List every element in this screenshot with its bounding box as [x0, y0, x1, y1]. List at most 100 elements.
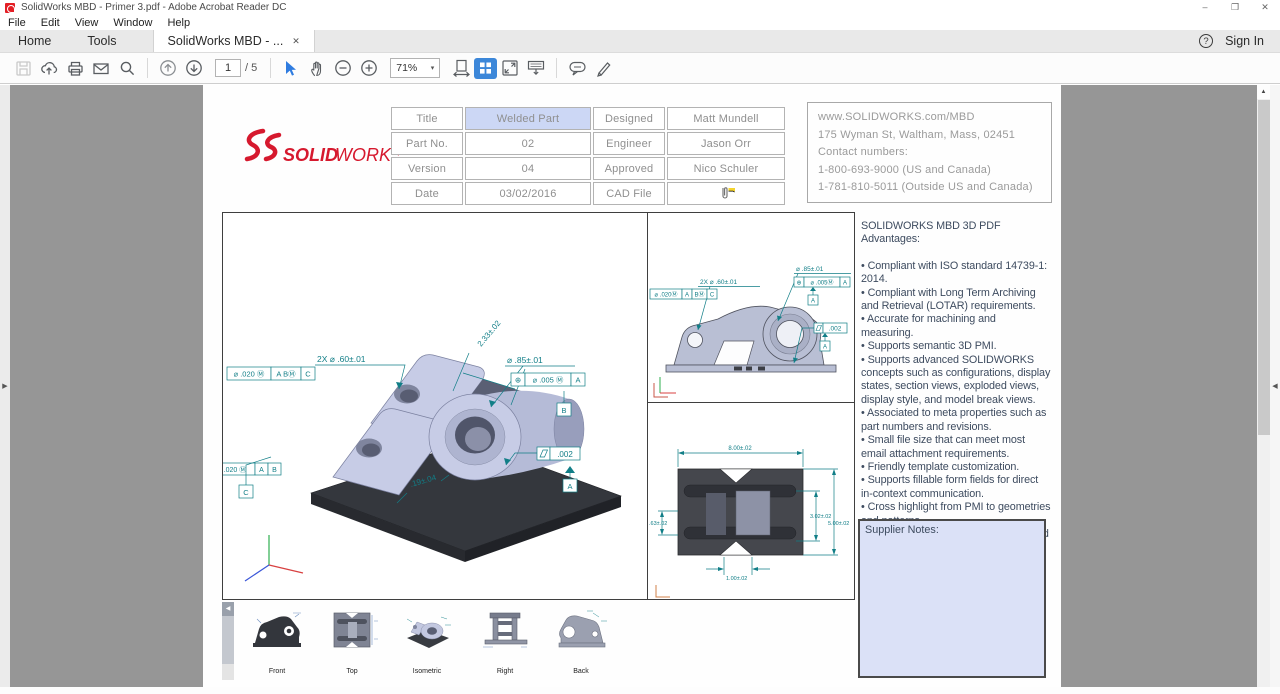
tab-bar-right: ? Sign In: [1199, 30, 1280, 52]
svg-text:.002: .002: [829, 326, 842, 333]
thumbnail-top[interactable]: [324, 607, 380, 657]
thumbnail-scroll-left-icon[interactable]: ◀: [222, 602, 234, 616]
side-view-drawing: 2X ⌀ .60±.01 ⌀ .020Ⓜ A BⓂ C ⌀ .85±.01: [648, 213, 855, 403]
search-icon[interactable]: [114, 56, 140, 80]
main-width-dim: 2.33±.02: [476, 318, 503, 348]
thumbnail-isometric[interactable]: [399, 607, 455, 657]
window-controls: – ❐ ✕: [1190, 0, 1280, 15]
advantage-bullet: • Accurate for machining and measuring.: [861, 313, 1051, 340]
thumbnail-right[interactable]: [477, 607, 533, 657]
main-datum-a: A: [567, 482, 572, 491]
menu-view[interactable]: View: [75, 17, 99, 29]
sign-in-button[interactable]: Sign In: [1225, 34, 1264, 48]
menu-file[interactable]: File: [8, 17, 26, 29]
thumbnail-label-top: Top: [324, 668, 380, 675]
main-toolbar: / 5 71% ▾: [0, 53, 1280, 84]
logo-text-bold: SOLID: [283, 145, 338, 165]
restore-button[interactable]: ❐: [1220, 0, 1250, 15]
fullscreen-icon[interactable]: [497, 56, 523, 80]
main-view-drawing: 2X ⌀ .60±.01 ⌀ .020 Ⓜ A BⓂ C 2.33±.02 ⌀ …: [223, 213, 648, 600]
thumbnail-back[interactable]: [553, 607, 609, 657]
main-3d-view[interactable]: 2X ⌀ .60±.01 ⌀ .020 Ⓜ A BⓂ C 2.33±.02 ⌀ …: [222, 212, 648, 600]
svg-text:A: A: [575, 376, 580, 385]
menu-window[interactable]: Window: [113, 17, 152, 29]
hand-tool-icon[interactable]: [304, 56, 330, 80]
side-datum-a: A: [811, 299, 815, 305]
thumbnail-scroll-track[interactable]: [222, 616, 234, 680]
advantage-bullet: • Supports semantic 3D PMI.: [861, 340, 1051, 353]
thumbnail-front[interactable]: [249, 607, 305, 657]
thumbnail-scrollbar[interactable]: ◀: [222, 602, 234, 680]
svg-text:⌀ .020Ⓜ: ⌀ .020Ⓜ: [655, 291, 678, 299]
svg-text:⌀ .005Ⓜ: ⌀ .005Ⓜ: [811, 279, 834, 287]
thumbnail-label-isometric: Isometric: [399, 668, 455, 675]
zoom-in-icon[interactable]: [356, 56, 382, 80]
supplier-notes-field[interactable]: Supplier Notes:: [858, 519, 1046, 678]
zoom-level-dropdown[interactable]: 71% ▾: [390, 58, 440, 78]
top-bottom-dim: 1.00±.02: [726, 576, 747, 582]
next-page-icon[interactable]: [181, 56, 207, 80]
close-button[interactable]: ✕: [1250, 0, 1280, 15]
thumbnail-label-front: Front: [249, 668, 305, 675]
left-panel-strip[interactable]: ▶: [0, 85, 10, 687]
main-hole-callout: 2X ⌀ .60±.01: [317, 354, 366, 364]
main-datum-c: C: [243, 488, 249, 497]
share-upload-icon[interactable]: [36, 56, 62, 80]
svg-text:⊕: ⊕: [796, 281, 801, 287]
cad-file-attachment[interactable]: [667, 182, 785, 205]
contact-phone-intl: 1-781-810-5011 (Outside US and Canada): [818, 179, 1041, 197]
contact-address: 175 Wyman St, Waltham, Mass, 02451: [818, 127, 1041, 145]
right-panel-strip[interactable]: ◀: [1270, 85, 1280, 687]
previous-page-icon[interactable]: [155, 56, 181, 80]
version-label: Version: [391, 157, 463, 180]
part-no-value: 02: [465, 132, 591, 155]
svg-text:A BⓂ: A BⓂ: [276, 370, 296, 379]
tab-document[interactable]: SolidWorks MBD - ... ✕: [153, 30, 315, 52]
side-hole-fcf: ⌀ .020Ⓜ A BⓂ C: [650, 289, 717, 299]
minimize-button[interactable]: –: [1190, 0, 1220, 15]
menu-edit[interactable]: Edit: [41, 17, 60, 29]
tab-close-icon[interactable]: ✕: [292, 36, 300, 47]
tab-tools[interactable]: Tools: [69, 30, 134, 52]
print-icon[interactable]: [62, 56, 88, 80]
advantage-bullet: • Friendly template customization.: [861, 461, 1051, 474]
scroll-up-icon[interactable]: ▲: [1257, 85, 1270, 99]
title-label: Title: [391, 107, 463, 130]
select-tool-icon[interactable]: [278, 56, 304, 80]
comment-icon[interactable]: [564, 56, 590, 80]
advantage-bullet: • Associated to meta properties such as …: [861, 407, 1051, 434]
thumbnail-scroll-thumb[interactable]: [222, 616, 234, 664]
presentation-mode-icon[interactable]: [523, 56, 549, 80]
svg-text:A: A: [685, 293, 689, 299]
save-icon[interactable]: [10, 56, 36, 80]
title-value-field[interactable]: Welded Part: [465, 107, 591, 130]
collapse-right-panel-icon[interactable]: ◀: [1272, 382, 1277, 390]
side-boss-fcf: ⊕ ⌀ .005Ⓜ A: [794, 277, 850, 287]
page-number-input[interactable]: [215, 59, 241, 77]
page-display-mode-icon[interactable]: [474, 58, 497, 79]
side-view[interactable]: 2X ⌀ .60±.01 ⌀ .020Ⓜ A BⓂ C ⌀ .85±.01: [647, 212, 855, 403]
main-datum-b: B: [561, 406, 566, 415]
menu-help[interactable]: Help: [167, 17, 190, 29]
contact-url[interactable]: www.SOLIDWORKS.com/MBD: [818, 109, 1041, 127]
side-flatness-fcf: .002: [814, 323, 847, 333]
tab-document-label: SolidWorks MBD - ...: [168, 34, 284, 48]
date-label: Date: [391, 182, 463, 205]
tab-bar: Home Tools SolidWorks MBD - ... ✕ ? Sign…: [0, 30, 1280, 53]
chevron-down-icon: ▾: [431, 64, 435, 72]
main-boss-fcf: ⊕ ⌀ .005 Ⓜ A: [511, 373, 585, 386]
svg-text:⌀ .005 Ⓜ: ⌀ .005 Ⓜ: [533, 376, 564, 385]
top-view[interactable]: 8.00±.02 3.02±.02 5.00±.02 .63±.02 1.00±…: [647, 402, 855, 600]
zoom-out-icon[interactable]: [330, 56, 356, 80]
fit-width-icon[interactable]: [448, 56, 474, 80]
highlighter-icon[interactable]: [590, 56, 616, 80]
vertical-scrollbar[interactable]: ▲: [1257, 85, 1270, 687]
expand-left-panel-icon[interactable]: ▶: [2, 382, 7, 390]
svg-text:BⓂ: BⓂ: [694, 291, 704, 299]
svg-text:A: A: [259, 467, 264, 474]
help-icon[interactable]: ?: [1199, 34, 1213, 48]
email-icon[interactable]: [88, 56, 114, 80]
solidworks-logo: SOLID WORKS: [239, 125, 399, 177]
coordinate-triad-icon: [245, 535, 303, 581]
tab-home[interactable]: Home: [0, 30, 69, 52]
